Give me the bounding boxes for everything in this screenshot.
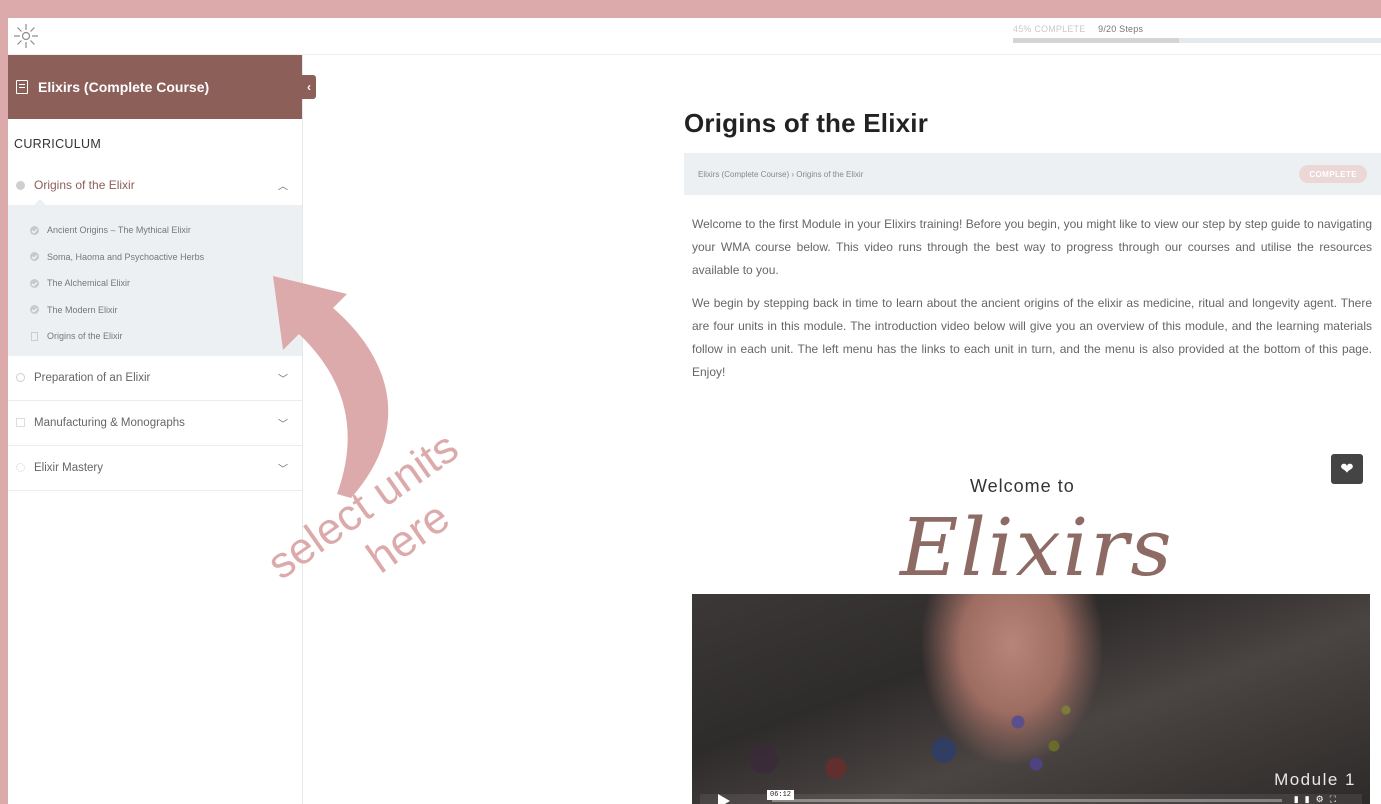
lesson-manufacturing-monographs[interactable]: Manufacturing & Monographs ﹀ [8,401,302,446]
breadcrumb[interactable]: Elixirs (Complete Course) › Origins of t… [698,170,863,179]
check-circle-icon [30,278,39,288]
page-title: Origins of the Elixir [684,108,929,138]
breadcrumb-bar: Elixirs (Complete Course) › Origins of t… [684,153,1381,195]
progress-bar-fill [1013,38,1179,43]
collapse-sidebar-button[interactable]: ‹ [302,75,316,99]
chevron-up-icon[interactable]: ︿ [278,178,288,193]
intro-video-player[interactable]: Module 1 06:12 ▮▮⚙⛶ [692,594,1370,804]
progress-percent: 45% COMPLETE [1013,24,1086,34]
video-duration: 06:12 [767,790,795,800]
heart-icon: ❤ [1340,461,1354,478]
video-settings-icons[interactable]: ▮▮⚙⛶ [1294,794,1342,804]
play-icon[interactable] [718,794,730,804]
video-scrubber[interactable] [772,799,1282,802]
unit-label: The Alchemical Elixir [47,278,131,289]
unit-item[interactable]: The Modern Elixir [8,297,302,324]
progress-steps: 9/20 Steps [1098,24,1144,34]
app-frame: 45% COMPLETE 9/20 Steps Elixirs (Complet… [8,18,1381,804]
lesson-label: Origins of the Elixir [34,178,135,192]
book-icon [16,80,28,94]
unit-list: Ancient Origins – The Mythical Elixir So… [8,199,302,356]
lesson-status-icon [16,373,25,382]
lesson-elixir-mastery[interactable]: Elixir Mastery ﹀ [8,446,302,491]
brand-logo-text: Elixirs [900,501,1174,594]
unit-item[interactable]: Ancient Origins – The Mythical Elixir [8,217,302,244]
unit-item[interactable]: Soma, Haoma and Psychoactive Herbs [8,244,302,271]
course-header[interactable]: Elixirs (Complete Course) ‹ [8,55,316,119]
lesson-label: Preparation of an Elixir [34,371,151,384]
lesson-label: Elixir Mastery [34,461,104,474]
top-bar: 45% COMPLETE 9/20 Steps [8,18,1381,55]
lesson-origins-of-the-elixir[interactable]: Origins of the Elixir ︿ [8,165,302,205]
unit-label: The Modern Elixir [47,304,118,315]
document-icon [31,331,38,341]
progress-status: 45% COMPLETE 9/20 Steps [1013,24,1143,34]
check-circle-icon [30,305,39,315]
video-frame-flowers [982,674,1102,794]
check-circle-icon [30,225,39,235]
lesson-preparation-of-an-elixir[interactable]: Preparation of an Elixir ﹀ [8,356,302,401]
favorite-heart-button[interactable]: ❤ [1331,454,1363,484]
unit-item[interactable]: The Alchemical Elixir [8,270,302,297]
compass-logo-icon[interactable] [12,22,40,50]
progress-bar [1013,38,1381,43]
lesson-status-icon [16,463,25,472]
lesson-label: Manufacturing & Monographs [34,416,185,429]
video-module-label: Module 1 [1274,770,1356,789]
curriculum-heading: CURRICULUM [14,137,102,151]
course-sidebar: Elixirs (Complete Course) ‹ CURRICULUM O… [8,55,316,804]
unit-item[interactable]: Origins of the Elixir [8,323,302,350]
unit-label: Origins of the Elixir [47,331,123,342]
check-circle-icon [30,252,39,262]
video-controls: 06:12 ▮▮⚙⛶ [700,790,1362,804]
course-title: Elixirs (Complete Course) [38,79,210,95]
lesson-status-icon [16,418,25,427]
lesson-status-icon [16,180,25,190]
lesson-content: Origins of the Elixir Elixirs (Complete … [684,108,1381,384]
unit-label: Soma, Haoma and Psychoactive Herbs [47,251,205,262]
intro-paragraph: Welcome to the first Module in your Elix… [692,217,1372,277]
module-paragraph: We begin by stepping back in time to lea… [692,296,1372,379]
status-badge: COMPLETE [1299,165,1367,183]
video-welcome-text: Welcome to [970,476,1075,496]
unit-label: Ancient Origins – The Mythical Elixir [47,225,191,236]
